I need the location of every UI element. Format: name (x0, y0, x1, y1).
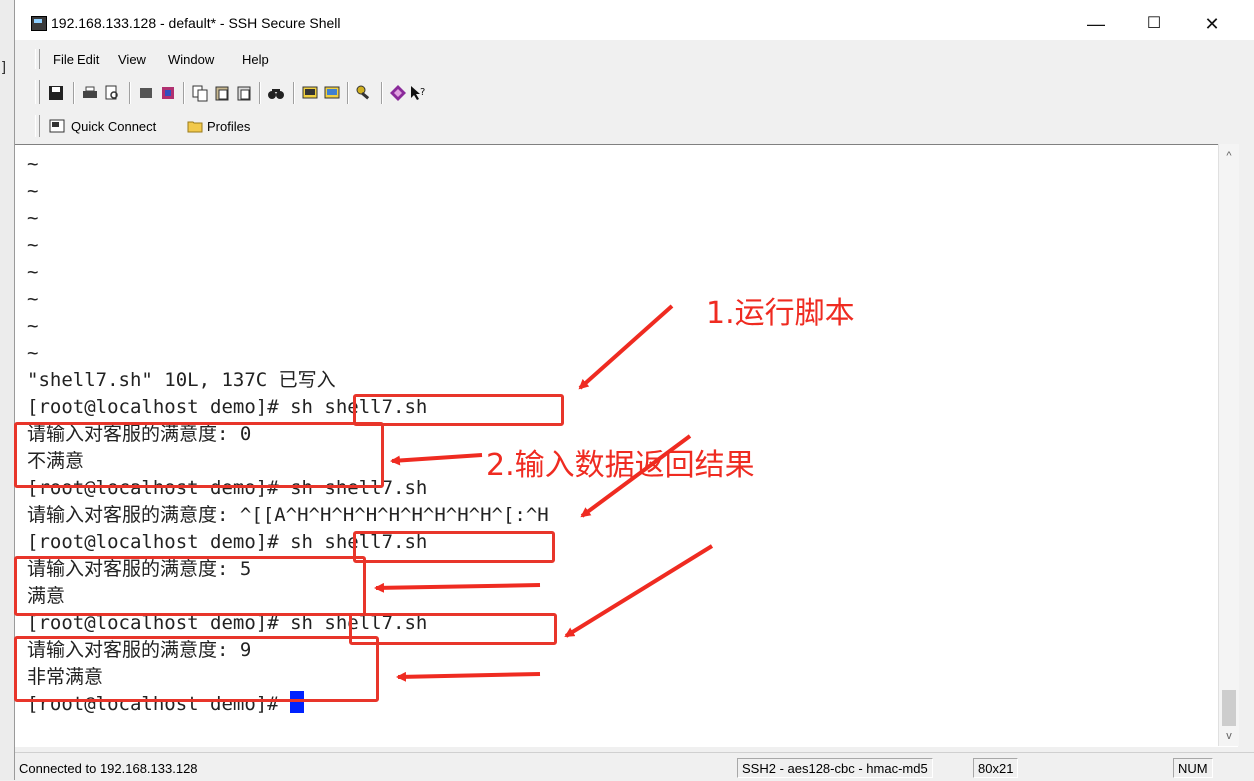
quick-connect-icon[interactable] (49, 119, 65, 133)
annotation-step-2: 2.输入数据返回结果 (486, 448, 755, 483)
window-title: 192.168.133.128 - default* - SSH Secure … (51, 15, 341, 31)
app-icon (31, 16, 47, 31)
profile-icon[interactable] (137, 84, 155, 102)
menu-bar: File Edit View Window Help (15, 46, 1254, 72)
menu-help[interactable]: Help (242, 52, 269, 67)
svg-text:?: ? (420, 87, 425, 98)
maximize-button[interactable]: ☐ (1131, 10, 1177, 38)
context-help-icon[interactable]: ? (409, 84, 427, 102)
folder-icon[interactable] (187, 119, 203, 133)
terminal-line: 请输入对客服的满意度: ^[[A^H^H^H^H^H^H^H^H^H^[:^H (27, 504, 549, 526)
menu-grip (35, 49, 40, 69)
minimize-button[interactable]: — (1073, 10, 1119, 38)
save-icon[interactable] (47, 84, 65, 102)
menu-view[interactable]: View (118, 52, 146, 67)
highlight-box-command-1 (353, 394, 564, 426)
highlight-box-result-2 (14, 556, 366, 616)
quick-connect-button[interactable]: Quick Connect (71, 119, 156, 134)
terminal-line: "shell7.sh" 10L, 137C 已写入 (27, 369, 336, 391)
terminal-line: ~ (27, 315, 39, 337)
paste-icon[interactable] (213, 84, 231, 102)
annotation-step-1: 1.运行脚本 (706, 296, 855, 331)
cipher-status: SSH2 - aes128-cbc - hmac-md5 (737, 758, 933, 778)
toolbar-separator (293, 82, 295, 104)
status-bar: Connected to 192.168.133.128 SSH2 - aes1… (15, 752, 1254, 781)
terminal-scrollbar[interactable]: ^ v (1218, 144, 1239, 746)
menu-edit[interactable]: Edit (77, 52, 99, 67)
background-window-edge: ] (0, 0, 14, 780)
profiles-button[interactable]: Profiles (207, 119, 250, 134)
highlight-box-command-3 (349, 613, 557, 645)
toolbar-separator (259, 82, 261, 104)
connection-status: Connected to 192.168.133.128 (19, 761, 198, 776)
highlight-box-result-1 (14, 422, 384, 488)
edge-glyph: ] (2, 58, 6, 74)
terminal-size: 80x21 (973, 758, 1019, 778)
scroll-down-icon[interactable]: v (1222, 730, 1236, 744)
print-preview-icon[interactable] (103, 84, 121, 102)
settings-icon[interactable] (159, 84, 177, 102)
toolbar-separator (73, 82, 75, 104)
highlight-box-command-2 (353, 531, 555, 563)
toolbar: ? (15, 76, 1254, 108)
scroll-up-icon[interactable]: ^ (1222, 150, 1236, 164)
find-icon[interactable] (267, 84, 285, 102)
terminal-line: ~ (27, 261, 39, 283)
scroll-thumb[interactable] (1222, 690, 1236, 726)
toolbar-separator (183, 82, 185, 104)
toolbar-separator (129, 82, 131, 104)
menu-file[interactable]: File (53, 52, 74, 67)
new-file-transfer-icon[interactable] (323, 84, 341, 102)
quickbar-grip (35, 115, 40, 137)
toolbar-separator (381, 82, 383, 104)
quick-connect-bar: Quick Connect Profiles (15, 110, 265, 142)
print-icon[interactable] (81, 84, 99, 102)
terminal-line: ~ (27, 342, 39, 364)
new-terminal-icon[interactable] (301, 84, 319, 102)
close-button[interactable]: ✕ (1189, 10, 1235, 38)
terminal-line: ~ (27, 288, 39, 310)
paste-alt-icon[interactable] (235, 84, 253, 102)
help-book-icon[interactable] (389, 84, 407, 102)
menu-window[interactable]: Window (168, 52, 214, 67)
terminal-line: ~ (27, 153, 39, 175)
copy-icon[interactable] (191, 84, 209, 102)
terminal-line: ~ (27, 207, 39, 229)
highlight-box-result-3 (14, 636, 379, 702)
terminal-line: ~ (27, 234, 39, 256)
terminal-line: ~ (27, 180, 39, 202)
toolbar-grip (35, 80, 40, 104)
num-lock-indicator: NUM (1173, 758, 1213, 778)
title-bar: 192.168.133.128 - default* - SSH Secure … (15, 0, 1254, 40)
key-icon[interactable] (355, 84, 373, 102)
toolbar-separator (347, 82, 349, 104)
